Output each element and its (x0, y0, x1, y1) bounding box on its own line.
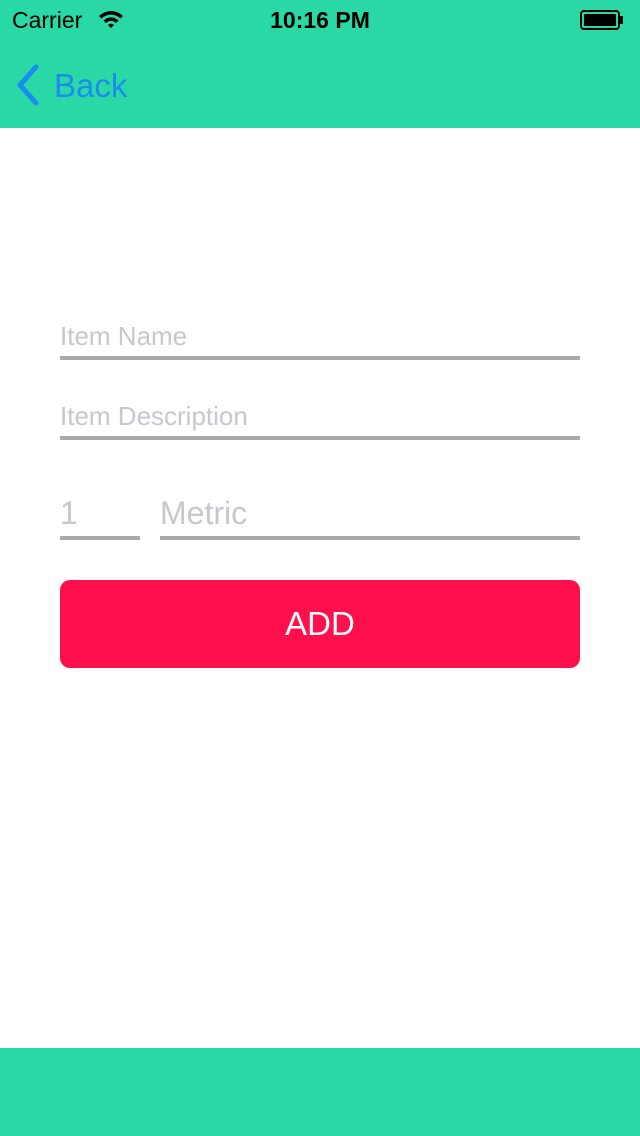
metric-input[interactable] (160, 495, 580, 532)
item-description-input[interactable] (60, 401, 580, 432)
metric-field (160, 494, 580, 540)
item-name-field (60, 312, 580, 360)
status-bar: Carrier 10:16 PM (0, 0, 640, 40)
bottom-bar (0, 1048, 640, 1136)
item-name-input[interactable] (60, 321, 580, 352)
battery-icon (580, 10, 623, 30)
back-button[interactable]: Back (14, 60, 127, 110)
item-description-field (60, 392, 580, 440)
add-button[interactable]: ADD (60, 580, 580, 668)
quantity-field (60, 494, 140, 540)
back-label: Back (54, 66, 128, 104)
navigation-bar: Carrier 10:16 PM Back (0, 0, 640, 128)
status-time: 10:16 PM (270, 7, 370, 33)
quantity-input[interactable] (60, 495, 140, 532)
chevron-left-icon (17, 64, 39, 106)
